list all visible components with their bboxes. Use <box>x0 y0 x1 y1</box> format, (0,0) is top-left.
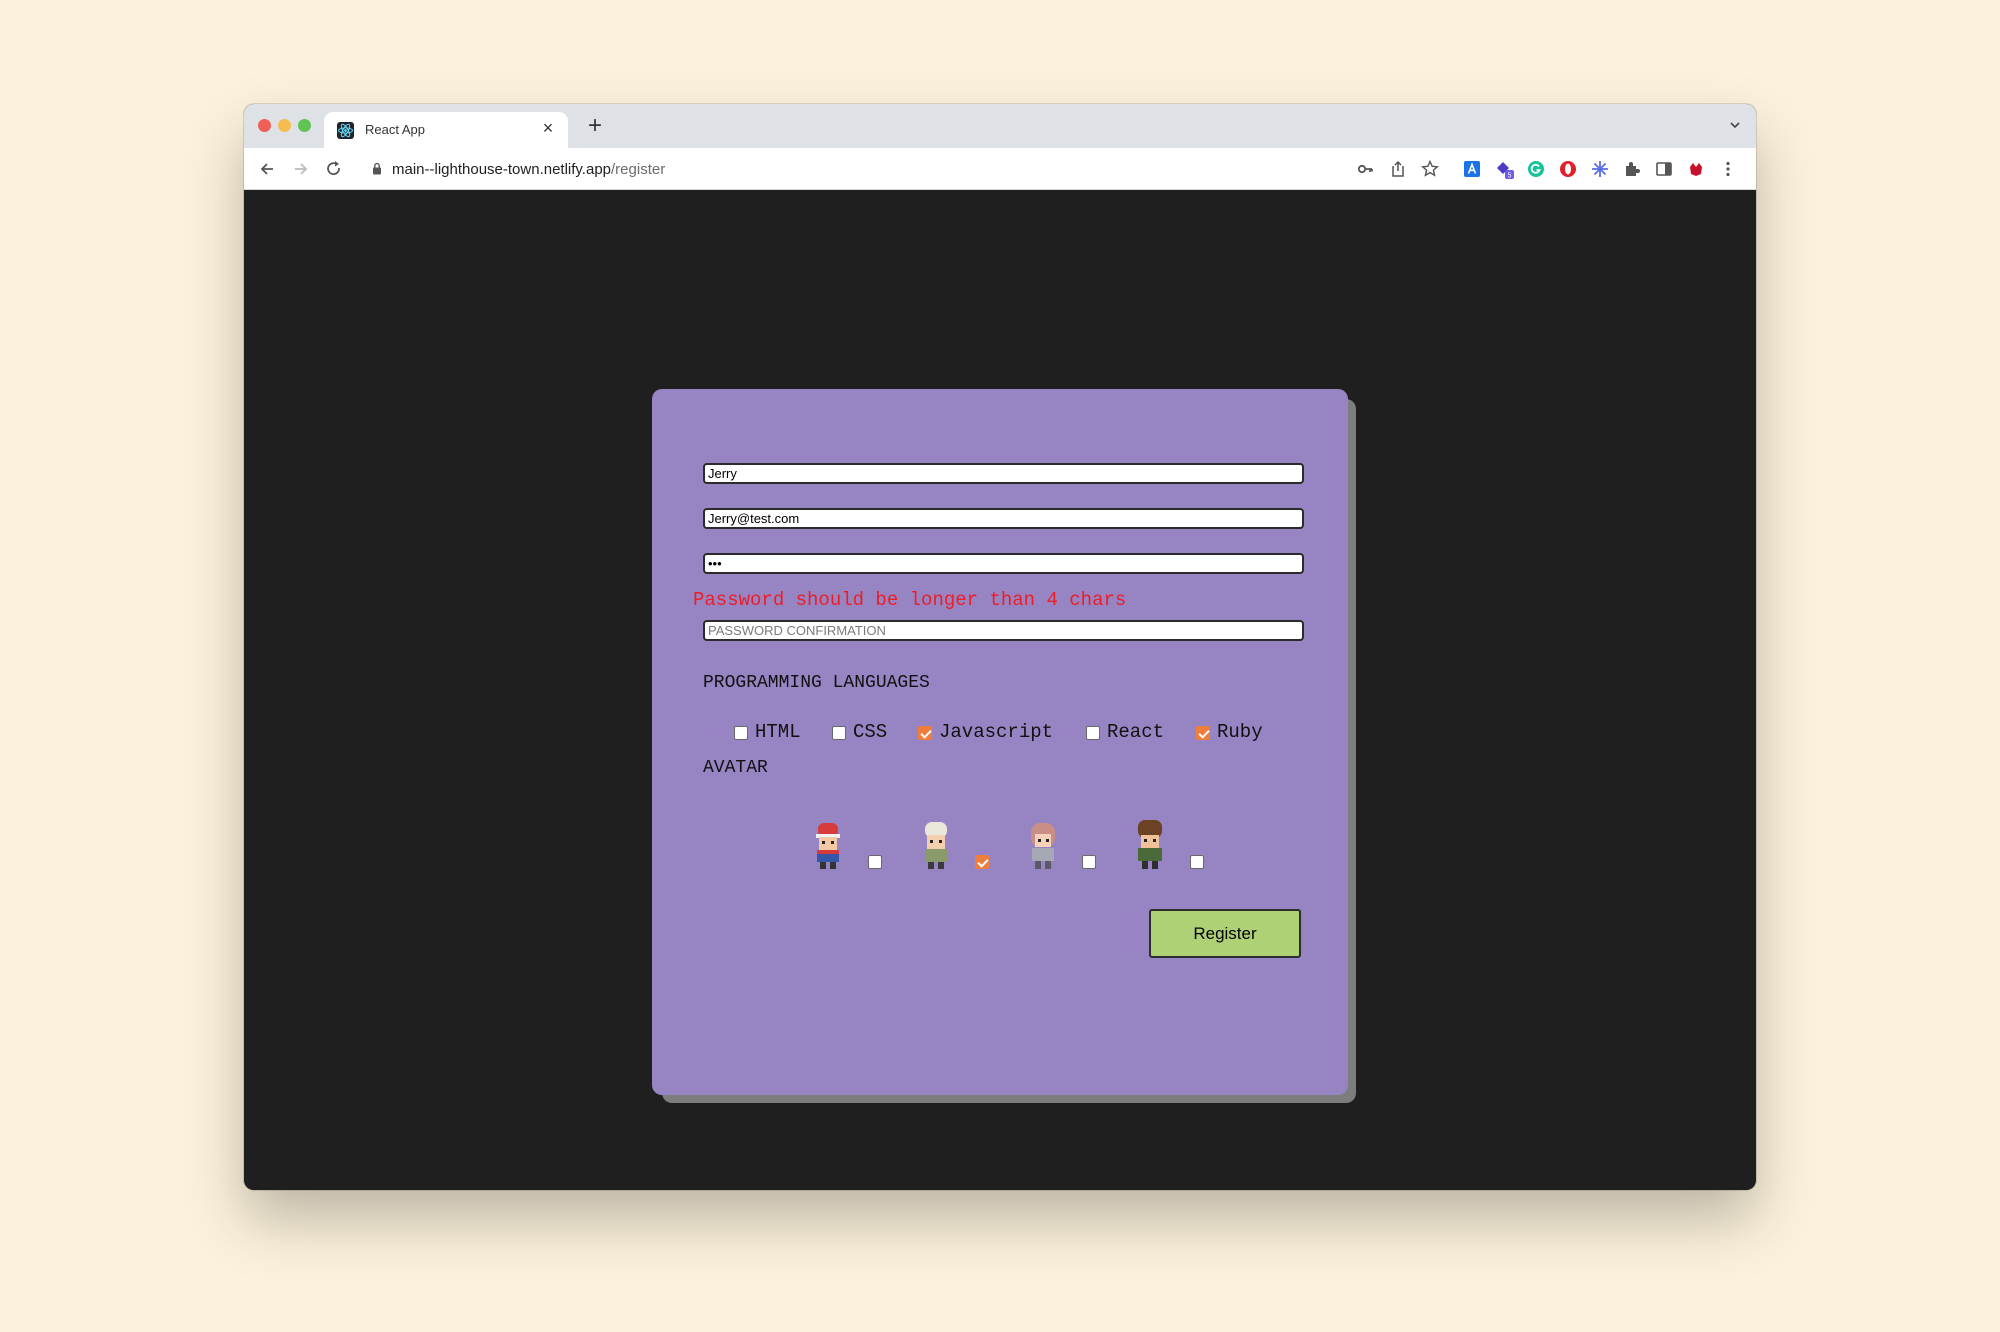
programming-languages-heading: PROGRAMMING LANGUAGES <box>703 673 930 693</box>
avatar-checkbox-1[interactable] <box>868 855 882 869</box>
more-menu-icon[interactable] <box>1718 159 1738 179</box>
maximize-window-button[interactable] <box>298 119 311 132</box>
url-host: main--lighthouse-town.netlify.app <box>392 161 612 178</box>
url-text: main--lighthouse-town.netlify.app/regist… <box>392 161 665 178</box>
lock-icon[interactable] <box>372 162 382 175</box>
avatar-brown-hair-trainer-icon[interactable] <box>1129 817 1171 873</box>
avatar-checkbox-2[interactable] <box>975 855 989 869</box>
avatar-checkbox-4[interactable] <box>1190 855 1204 869</box>
sparkle-extension-icon[interactable] <box>1590 159 1610 179</box>
tab-search-chevron-icon[interactable] <box>1728 118 1742 132</box>
browser-toolbar: main--lighthouse-town.netlify.app/regist… <box>244 148 1756 190</box>
translate-extension-icon[interactable] <box>1462 159 1482 179</box>
name-input[interactable] <box>703 463 1304 484</box>
browser-tab[interactable]: React App × <box>324 112 568 148</box>
avatar-heading: AVATAR <box>703 758 768 778</box>
checkbox-javascript[interactable] <box>918 726 932 740</box>
register-card: Password should be longer than 4 chars P… <box>652 389 1348 1095</box>
checkbox-css[interactable] <box>832 726 846 740</box>
password-input[interactable] <box>703 553 1304 574</box>
checkbox-label-css: CSS <box>853 721 888 743</box>
puzzle-extensions-icon[interactable] <box>1622 159 1642 179</box>
checkbox-label-javascript: Javascript <box>939 721 1054 743</box>
close-window-button[interactable] <box>258 119 271 132</box>
tab-strip: React App × + <box>244 104 1756 148</box>
checkbox-html[interactable] <box>734 726 748 740</box>
password-error-message: Password should be longer than 4 chars <box>693 589 1127 611</box>
checkbox-ruby[interactable] <box>1196 726 1210 740</box>
key-icon[interactable] <box>1356 159 1376 179</box>
email-input[interactable] <box>703 508 1304 529</box>
react-favicon-icon <box>337 122 354 139</box>
svg-text:5: 5 <box>1508 172 1512 179</box>
avatar-pink-hair-trainer-icon[interactable] <box>1022 817 1064 873</box>
avatar-red-cap-trainer-icon[interactable] <box>807 817 849 873</box>
side-panel-icon[interactable] <box>1654 159 1674 179</box>
url-path: /register <box>611 161 666 178</box>
avatar-checkbox-3[interactable] <box>1082 855 1096 869</box>
profile-avatar-icon[interactable] <box>1686 159 1706 179</box>
bookmark-star-icon[interactable] <box>1420 159 1440 179</box>
avatar-white-hair-trainer-icon[interactable] <box>915 817 957 873</box>
checkbox-label-html: HTML <box>755 721 801 743</box>
checkbox-react[interactable] <box>1086 726 1100 740</box>
extension-badge-icon[interactable]: 5 <box>1494 159 1514 179</box>
reload-icon[interactable] <box>321 156 347 182</box>
password-confirmation-input[interactable] <box>703 620 1304 641</box>
checkbox-label-ruby: Ruby <box>1217 721 1263 743</box>
tab-close-icon[interactable]: × <box>538 118 558 139</box>
checkbox-label-react: React <box>1107 721 1165 743</box>
register-button[interactable]: Register <box>1149 909 1301 958</box>
minimize-window-button[interactable] <box>278 119 291 132</box>
page-viewport: Password should be longer than 4 chars P… <box>244 190 1756 1190</box>
new-tab-icon[interactable]: + <box>582 112 608 140</box>
opera-extension-icon[interactable] <box>1558 159 1578 179</box>
browser-window: React App × + main--lighthouse-town.netl… <box>244 104 1756 1190</box>
tab-title: React App <box>365 122 425 137</box>
grammarly-icon[interactable] <box>1526 159 1546 179</box>
share-icon[interactable] <box>1388 159 1408 179</box>
back-arrow-icon[interactable] <box>254 156 280 182</box>
forward-arrow-icon[interactable] <box>288 156 314 182</box>
